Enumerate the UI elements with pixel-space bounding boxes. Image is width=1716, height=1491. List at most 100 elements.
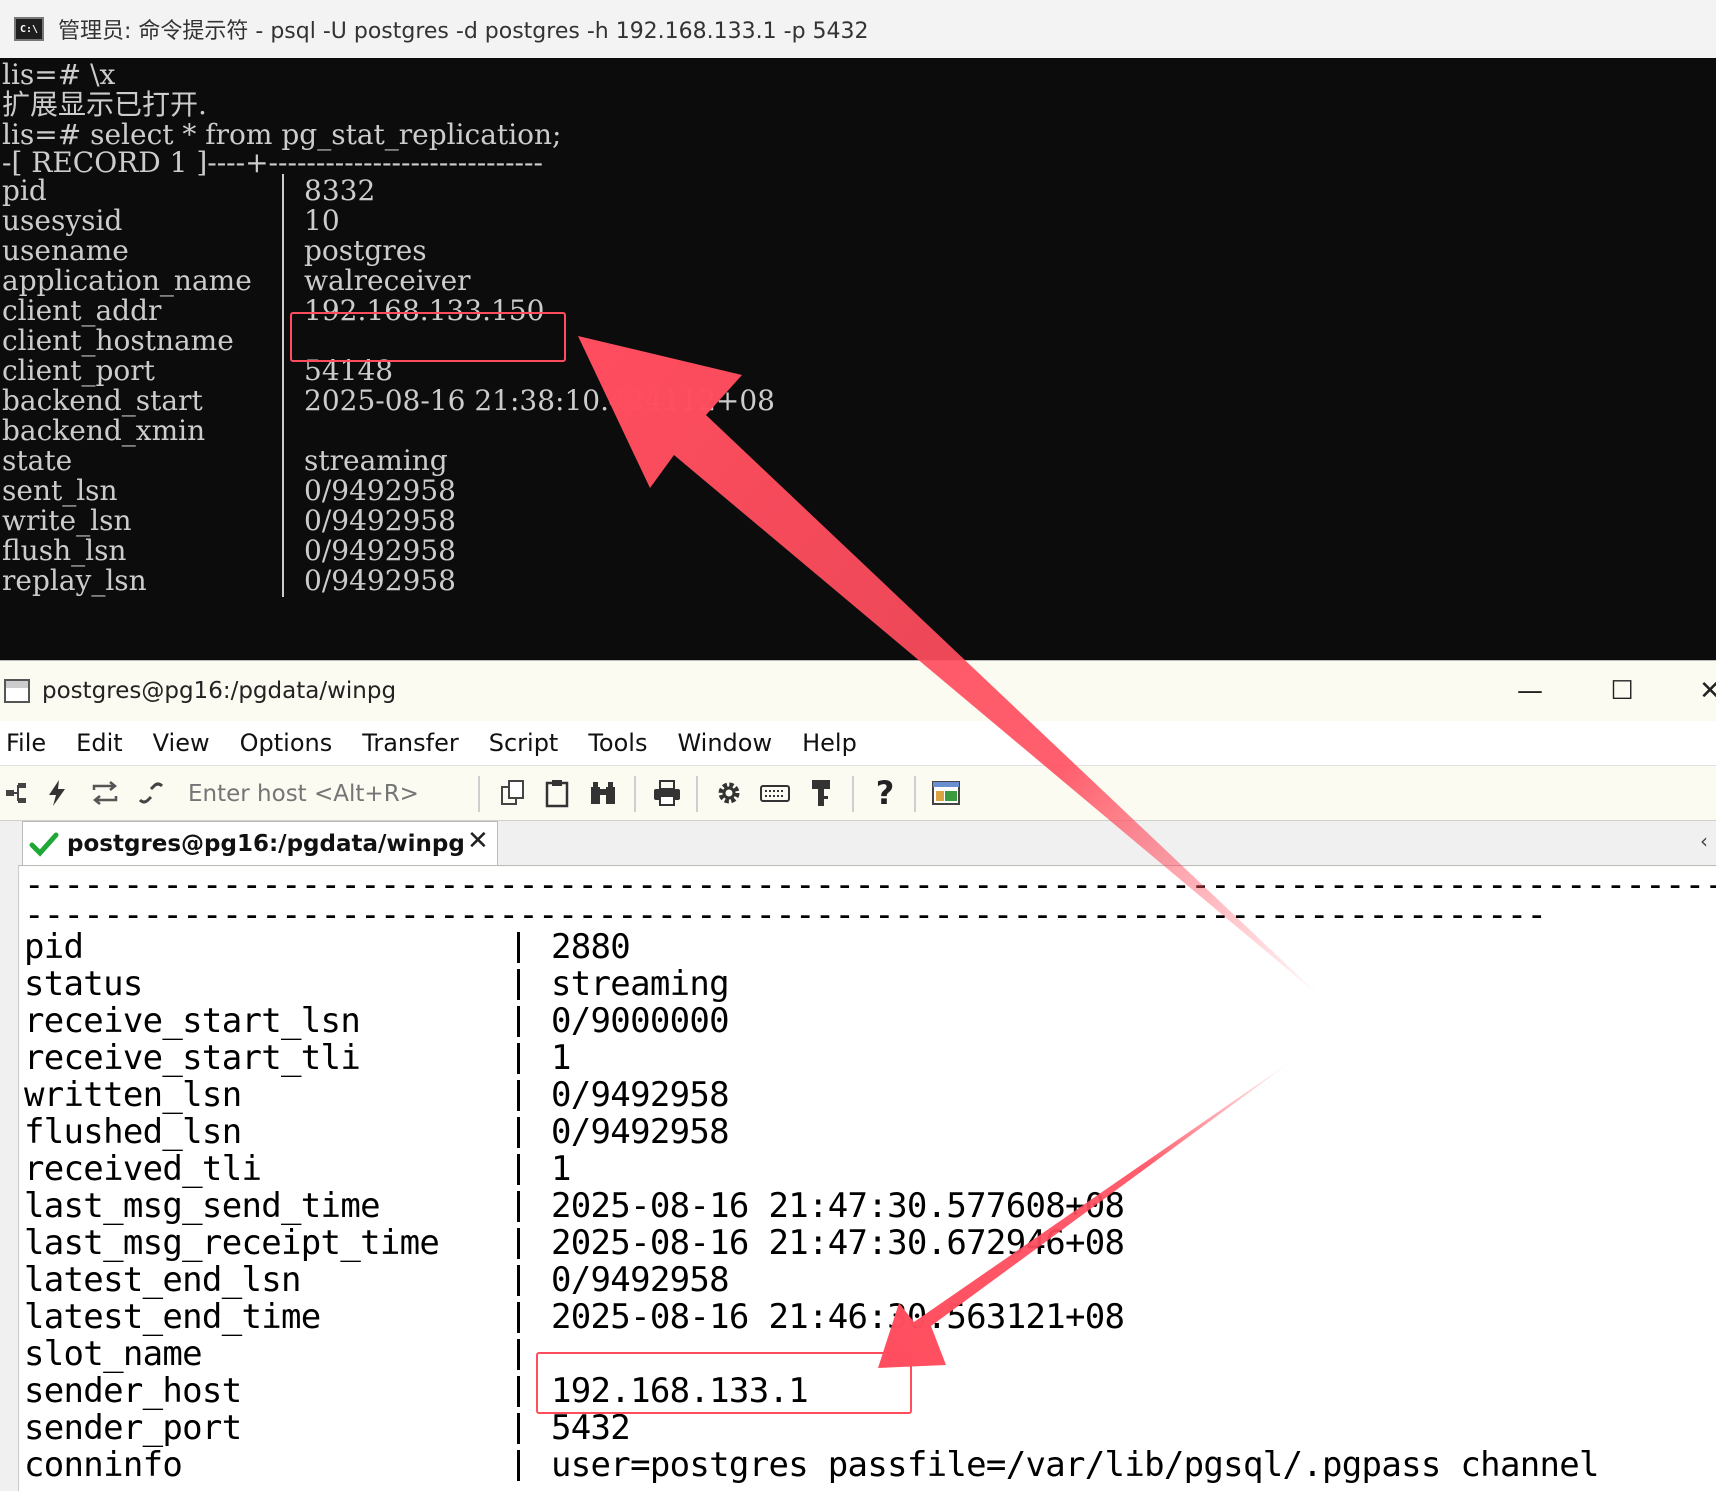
cmd-row-key: client_hostname — [2, 324, 234, 357]
enter-host-input[interactable] — [186, 776, 470, 812]
toolbar-divider — [914, 776, 916, 812]
menu-view[interactable]: View — [153, 729, 210, 757]
column-separator — [517, 1043, 520, 1074]
session-tab-bar: postgres@pg16:/pgdata/winpg ✕ ‹ — [0, 821, 1716, 866]
cmd-row: client_addr 192.168.133.150 — [2, 294, 1702, 327]
terminal-row: receive_start_lsn 0/9000000 — [24, 1003, 1714, 1040]
column-separator — [282, 234, 284, 267]
keymap-keyboard-icon[interactable] — [758, 774, 792, 812]
terminal-app-icon — [4, 679, 30, 703]
copy-icon[interactable] — [496, 774, 530, 812]
tab-scroll-left-icon[interactable]: ‹ — [1700, 829, 1708, 853]
cmd-row-value: 8332 — [304, 174, 376, 207]
column-separator — [517, 1376, 520, 1407]
toolbar: ? — [0, 766, 1716, 821]
column-separator — [282, 474, 284, 507]
cmd-row: client_port 54148 — [2, 354, 1702, 387]
minimize-button[interactable]: — — [1500, 669, 1560, 713]
terminal-row: conninfo user=postgres passfile=/var/lib/… — [24, 1447, 1714, 1484]
crt-title-bar[interactable]: postgres@pg16:/pgdata/winpg — [0, 661, 1716, 721]
menu-window[interactable]: Window — [677, 729, 772, 757]
terminal-row-value: 2025-08-16 21:47:30.672946+08 — [551, 1223, 1125, 1263]
terminal-row: flushed_lsn 0/9492958 — [24, 1114, 1714, 1151]
cmd-row-key: write_lsn — [2, 504, 132, 537]
cmd-row: usesysid 10 — [2, 204, 1702, 237]
session-tab[interactable]: postgres@pg16:/pgdata/winpg ✕ — [22, 821, 498, 865]
cmd-line: 扩展显示已打开. — [2, 88, 207, 121]
cmd-row: sent_lsn 0/9492958 — [2, 474, 1702, 507]
quick-connect-icon[interactable] — [40, 774, 74, 812]
menu-edit[interactable]: Edit — [76, 729, 122, 757]
menu-transfer[interactable]: Transfer — [362, 729, 459, 757]
column-separator — [517, 1413, 520, 1444]
connect-bar-icon[interactable] — [0, 774, 34, 812]
cmd-row-value: 10 — [304, 204, 340, 237]
terminal-row-key: latest_end_time — [24, 1297, 321, 1337]
cmd-row-value: postgres — [304, 234, 427, 267]
column-separator — [517, 1006, 520, 1037]
cmd-row: backend_xmin — [2, 414, 1702, 447]
settings-gear-icon[interactable] — [712, 774, 746, 812]
cmd-row-value: 0/9492958 — [304, 534, 456, 567]
terminal-row-value: 2025-08-16 21:47:30.577608+08 — [551, 1186, 1125, 1226]
cmd-row-key: application_name — [2, 264, 252, 297]
client-addr-highlight-box — [290, 312, 566, 362]
terminal-row-value: user=postgres passfile=/var/lib/pgsql/.p… — [551, 1445, 1599, 1485]
terminal-row-value: streaming — [551, 964, 730, 1004]
cmd-row-value: 0/9492958 — [304, 474, 456, 507]
column-separator — [517, 1080, 520, 1111]
terminal-row-key: pid — [24, 927, 84, 967]
terminal-row: receive_start_tli 1 — [24, 1040, 1714, 1077]
terminal-row-value: 1 — [551, 1149, 571, 1189]
menu-help[interactable]: Help — [802, 729, 857, 757]
column-separator — [517, 1339, 520, 1370]
disconnect-icon[interactable] — [134, 774, 168, 812]
reconnect-icon[interactable] — [88, 774, 122, 812]
terminal-row-key: last_msg_send_time — [24, 1186, 381, 1226]
column-separator — [282, 204, 284, 237]
column-separator — [517, 932, 520, 963]
menu-options[interactable]: Options — [240, 729, 333, 757]
maximize-button[interactable]: ☐ — [1592, 669, 1652, 713]
column-separator — [517, 1302, 520, 1333]
terminal-row-key: slot_name — [24, 1334, 203, 1374]
toolbar-divider — [634, 776, 636, 812]
close-window-button[interactable]: ✕ — [1680, 669, 1716, 713]
column-separator — [282, 264, 284, 297]
menu-script[interactable]: Script — [489, 729, 559, 757]
close-tab-icon[interactable]: ✕ — [467, 826, 489, 856]
cmd-line: lis=# \x — [2, 58, 116, 91]
terminal-row-value: 2025-08-16 21:46:30.563121+08 — [551, 1297, 1125, 1337]
paste-icon[interactable] — [540, 774, 574, 812]
cmd-scrollbar[interactable] — [1702, 58, 1716, 660]
find-binoculars-icon[interactable] — [586, 774, 620, 812]
session-manager-strip[interactable] — [0, 865, 19, 1491]
help-question-icon[interactable]: ? — [868, 774, 902, 812]
cmd-row-key: state — [2, 444, 73, 477]
print-icon[interactable] — [650, 774, 684, 812]
cmd-title-bar[interactable]: C:\ 管理员: 命令提示符 - psql -U postgres -d pos… — [0, 0, 1716, 58]
terminal-row-key: last_msg_receipt_time — [24, 1223, 440, 1263]
cmd-row-key: client_port — [2, 354, 155, 387]
terminal-row: last_msg_receipt_time 2025-08-16 21:47:30… — [24, 1225, 1714, 1262]
column-separator — [282, 534, 284, 567]
terminal-row-key: receive_start_lsn — [24, 1001, 361, 1041]
session-tab-label: postgres@pg16:/pgdata/winpg — [67, 830, 465, 857]
terminal-row-key: receive_start_tli — [24, 1038, 361, 1078]
menu-tools[interactable]: Tools — [588, 729, 647, 757]
terminal-row-key: latest_end_lsn — [24, 1260, 301, 1300]
terminal-row-value: 0/9492958 — [551, 1260, 730, 1300]
sftp-window-icon[interactable] — [930, 774, 964, 812]
cmd-row-key: usename — [2, 234, 129, 267]
cmd-console-output[interactable]: lis=# \x 扩展显示已打开. lis=# select * from pg… — [0, 58, 1716, 660]
terminal-row-value: 2880 — [551, 927, 631, 967]
cmd-row-value: streaming — [304, 444, 448, 477]
menu-file[interactable]: File — [6, 729, 46, 757]
column-separator — [517, 1191, 520, 1222]
cmd-row: backend_start 2025-08-16 21:38:10.424112+… — [2, 384, 1702, 417]
key-manager-icon[interactable] — [804, 774, 838, 812]
terminal-row-key: conninfo — [24, 1445, 183, 1485]
toolbar-divider — [696, 776, 698, 812]
terminal-row-value: 0/9492958 — [551, 1112, 730, 1152]
cmd-row-key: backend_start — [2, 384, 203, 417]
